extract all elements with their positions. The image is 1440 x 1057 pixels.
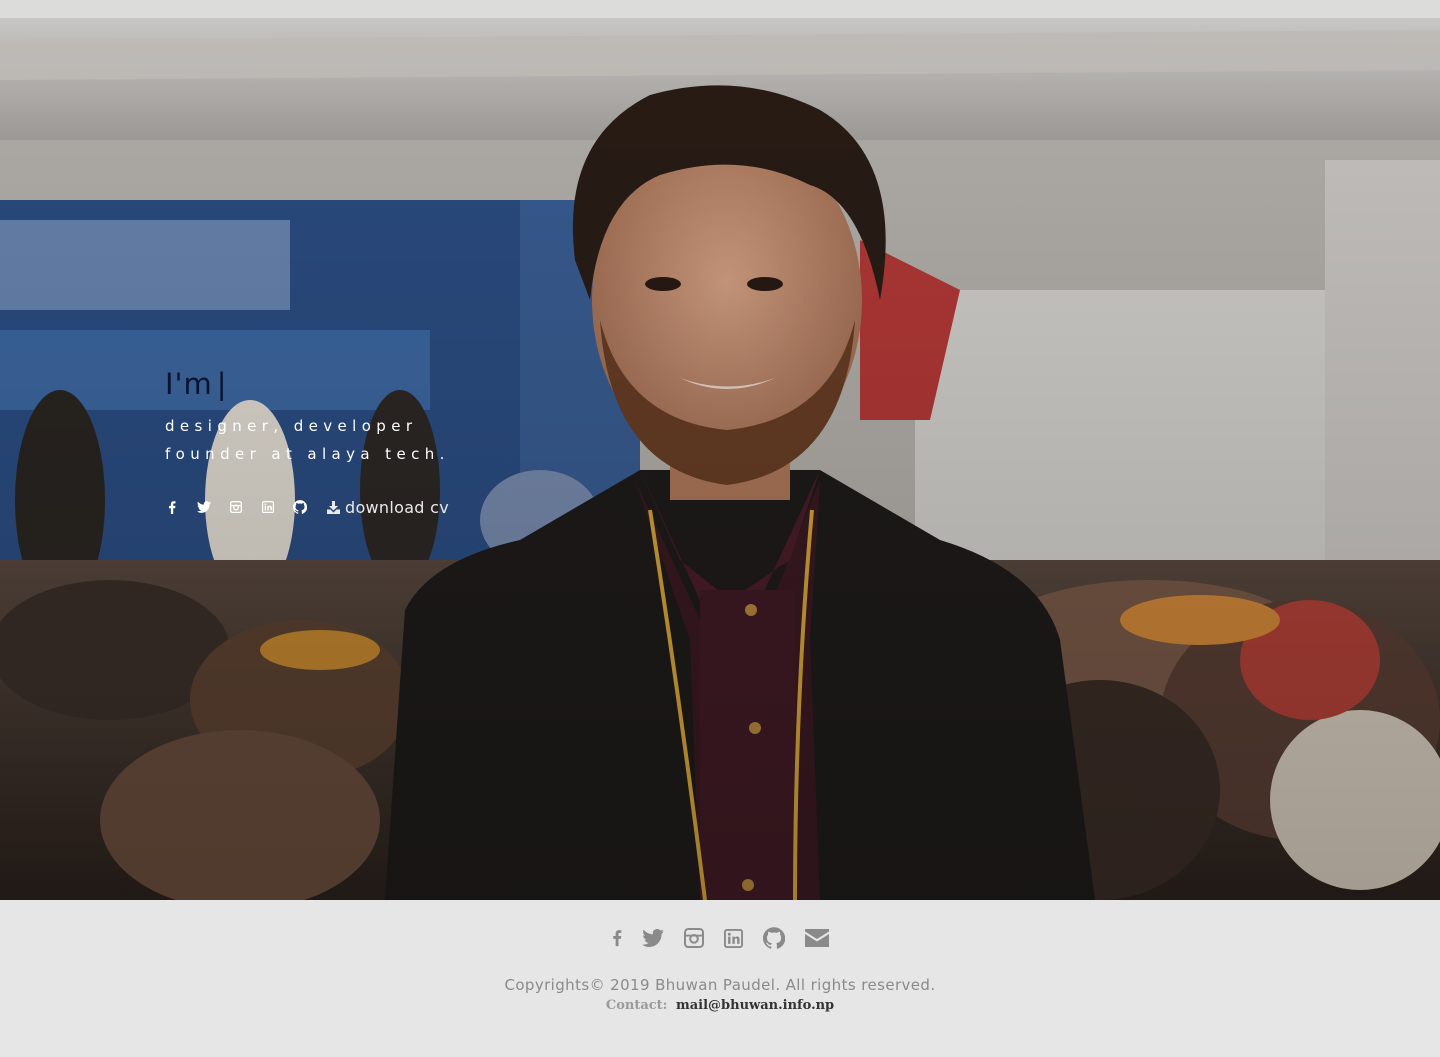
role-line-2: founder at alaya tech. bbox=[165, 445, 450, 463]
hero-section: I'm | designer, developer founder at alay… bbox=[0, 0, 1440, 900]
linkedin-icon[interactable] bbox=[261, 500, 275, 514]
facebook-icon[interactable] bbox=[612, 926, 622, 950]
github-icon[interactable] bbox=[293, 500, 307, 514]
download-cv-link[interactable]: download cv bbox=[327, 498, 449, 517]
hero-intro: I'm | designer, developer founder at alay… bbox=[165, 364, 450, 468]
footer-social-links bbox=[0, 926, 1440, 950]
copyright-text: Copyrights© 2019 Bhuwan Paudel. All righ… bbox=[504, 976, 936, 994]
facebook-icon[interactable] bbox=[165, 500, 179, 514]
typing-cursor: | bbox=[216, 367, 228, 401]
contact-line: Contact: mail@bhuwan.info.np bbox=[0, 996, 1440, 1016]
download-cv-label: download cv bbox=[345, 497, 450, 517]
contact-label: Contact: bbox=[605, 998, 668, 1013]
greeting-heading: I'm | bbox=[165, 364, 450, 404]
hero-social-links: download cv bbox=[165, 496, 449, 518]
download-icon bbox=[327, 500, 340, 514]
twitter-icon[interactable] bbox=[197, 500, 211, 514]
instagram-icon[interactable] bbox=[229, 500, 243, 514]
envelope-icon[interactable] bbox=[804, 926, 829, 950]
github-icon[interactable] bbox=[762, 926, 785, 950]
greeting-text: I'm bbox=[165, 367, 213, 401]
linkedin-icon[interactable] bbox=[723, 926, 743, 950]
instagram-icon[interactable] bbox=[683, 926, 704, 950]
twitter-icon[interactable] bbox=[641, 926, 664, 950]
role-line-1: designer, developer bbox=[165, 417, 418, 435]
contact-email-link[interactable]: mail@bhuwan.info.np bbox=[676, 998, 834, 1013]
